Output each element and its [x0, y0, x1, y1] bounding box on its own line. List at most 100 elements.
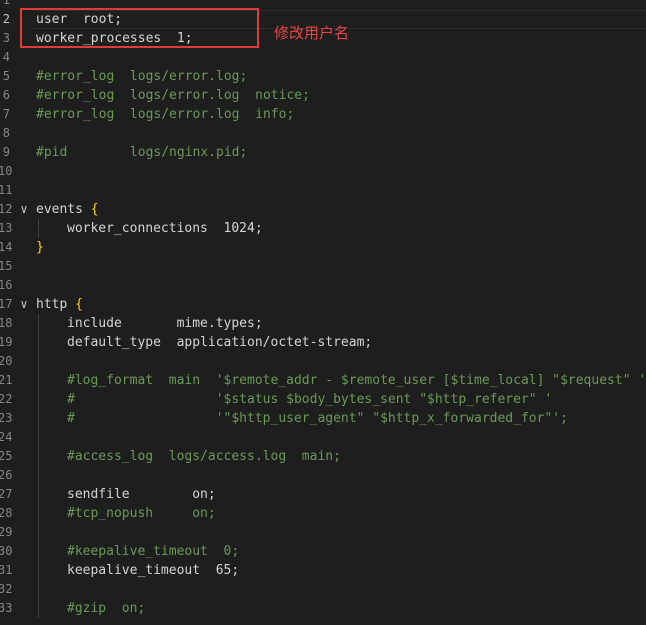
code-text: #error_log logs/error.log notice;: [36, 86, 310, 105]
code-text: #gzip on;: [67, 599, 145, 618]
line-number: 29: [0, 525, 13, 539]
code-line[interactable]: 27 sendfile on;: [0, 485, 646, 504]
indent-guide: [38, 599, 39, 618]
code-line[interactable]: 24: [0, 428, 646, 447]
code-content: #access_log logs/access.log main;: [67, 449, 341, 464]
line-number: 23: [0, 411, 13, 425]
line-number: 2: [2, 12, 10, 26]
code-text: http {: [36, 295, 83, 314]
code-content: #error_log logs/error.log info;: [36, 107, 295, 122]
line-number: 31: [0, 563, 13, 577]
code-line[interactable]: 26: [0, 466, 646, 485]
code-content: # '"$http_user_agent" "$http_x_forwarded…: [67, 411, 568, 426]
brace: {: [75, 297, 83, 312]
code-content: default_type application/octet-stream;: [67, 335, 373, 350]
line-number: 24: [0, 430, 13, 444]
code-content: #error_log logs/error.log notice;: [36, 88, 310, 103]
line-number: 15: [0, 259, 13, 273]
code-line[interactable]: 10: [0, 162, 646, 181]
fold-chevron-icon[interactable]: ∨: [18, 295, 30, 314]
line-number: 17: [0, 297, 13, 311]
code-line[interactable]: 5 #error_log logs/error.log;: [0, 67, 646, 86]
code-line[interactable]: 14}: [0, 238, 646, 257]
code-content: #pid logs/nginx.pid;: [36, 145, 248, 160]
line-number: 12: [0, 202, 13, 216]
code-text: #pid logs/nginx.pid;: [36, 143, 247, 162]
line-number: 26: [0, 468, 13, 482]
code-line[interactable]: 13 worker_connections 1024;: [0, 219, 646, 238]
code-line[interactable]: 20: [0, 352, 646, 371]
line-number: 3: [2, 31, 10, 45]
line-number: 28: [0, 506, 13, 520]
indent-guide: [38, 447, 39, 466]
code-line[interactable]: 33 #gzip on;: [0, 599, 646, 618]
code-content: http: [36, 297, 76, 312]
code-content: #log_format main '$remote_addr - $remote…: [67, 373, 646, 388]
line-number: 4: [2, 50, 10, 64]
code-content: #gzip on;: [67, 601, 146, 616]
code-editor[interactable]: 1 2 user root; 3 worker_processes 1; 4 5 #error…: [0, 0, 646, 618]
code-line[interactable]: 18 include mime.types;: [0, 314, 646, 333]
code-line[interactable]: 29: [0, 523, 646, 542]
code-line[interactable]: 30 #keepalive_timeout 0;: [0, 542, 646, 561]
code-text: # '$status $body_bytes_sent "$http_refer…: [67, 390, 552, 409]
line-number: 1: [2, 0, 10, 7]
code-content: #tcp_nopush on;: [67, 506, 216, 521]
indent-guide: [38, 314, 39, 333]
code-content: worker_connections 1024;: [67, 221, 263, 236]
code-text: sendfile on;: [67, 485, 216, 504]
code-line[interactable]: 4: [0, 48, 646, 67]
code-text: #tcp_nopush on;: [67, 504, 216, 523]
code-line[interactable]: 22 # '$status $body_bytes_sent "$http_ref…: [0, 390, 646, 409]
code-line[interactable]: 17 ∨ http {: [0, 295, 646, 314]
code-line[interactable]: 31 keepalive_timeout 65;: [0, 561, 646, 580]
code-line[interactable]: 32: [0, 580, 646, 599]
line-number: 22: [0, 392, 13, 406]
code-line[interactable]: 16: [0, 276, 646, 295]
code-line[interactable]: 11: [0, 181, 646, 200]
line-number: 6: [2, 88, 10, 102]
line-number: 27: [0, 487, 13, 501]
code-content: # '$status $body_bytes_sent "$http_refer…: [67, 392, 553, 407]
code-line[interactable]: 12 ∨ events {: [0, 200, 646, 219]
indent-guide: [38, 542, 39, 561]
code-line[interactable]: 21 #log_format main '$remote_addr - $remo…: [0, 371, 646, 390]
code-text: worker_connections 1024;: [67, 219, 263, 238]
code-line[interactable]: 15: [0, 257, 646, 276]
code-text: #access_log logs/access.log main;: [67, 447, 341, 466]
code-text: default_type application/octet-stream;: [67, 333, 372, 352]
line-number: 14: [0, 240, 13, 254]
code-text: #keepalive_timeout 0;: [67, 542, 239, 561]
line-number: 16: [0, 278, 13, 292]
indent-guide: [38, 219, 39, 238]
code-content: sendfile on;: [67, 487, 216, 502]
code-line[interactable]: 19 default_type application/octet-stream;: [0, 333, 646, 352]
code-line[interactable]: 25 #access_log logs/access.log main;: [0, 447, 646, 466]
line-number: 32: [0, 582, 13, 596]
code-line[interactable]: 9 #pid logs/nginx.pid;: [0, 143, 646, 162]
line-number: 13: [0, 221, 13, 235]
brace: {: [90, 202, 99, 217]
code-line[interactable]: 28 #tcp_nopush on;: [0, 504, 646, 523]
code-text: #error_log logs/error.log;: [36, 67, 247, 86]
code-content: keepalive_timeout 65;: [67, 563, 240, 578]
line-number: 10: [0, 164, 13, 178]
indent-guide: [38, 333, 39, 352]
code-line[interactable]: 6 #error_log logs/error.log notice;: [0, 86, 646, 105]
indent-guide: [38, 504, 39, 523]
line-number: 8: [2, 126, 10, 140]
code-text: # '"$http_user_agent" "$http_x_forwarded…: [67, 409, 568, 428]
highlight-box: [20, 8, 259, 48]
code-content: include mime.types;: [67, 316, 263, 331]
indent-guide: [38, 390, 39, 409]
fold-chevron-icon[interactable]: ∨: [18, 200, 30, 219]
code-line[interactable]: 23 # '"$http_user_agent" "$http_x_forward…: [0, 409, 646, 428]
line-number: 25: [0, 449, 13, 463]
code-line[interactable]: 7 #error_log logs/error.log info;: [0, 105, 646, 124]
code-line[interactable]: 8: [0, 124, 646, 143]
code-content: #error_log logs/error.log;: [36, 69, 248, 84]
brace: }: [36, 240, 44, 255]
line-number: 19: [0, 335, 13, 349]
line-number: 30: [0, 544, 13, 558]
indent-guide: [38, 485, 39, 504]
